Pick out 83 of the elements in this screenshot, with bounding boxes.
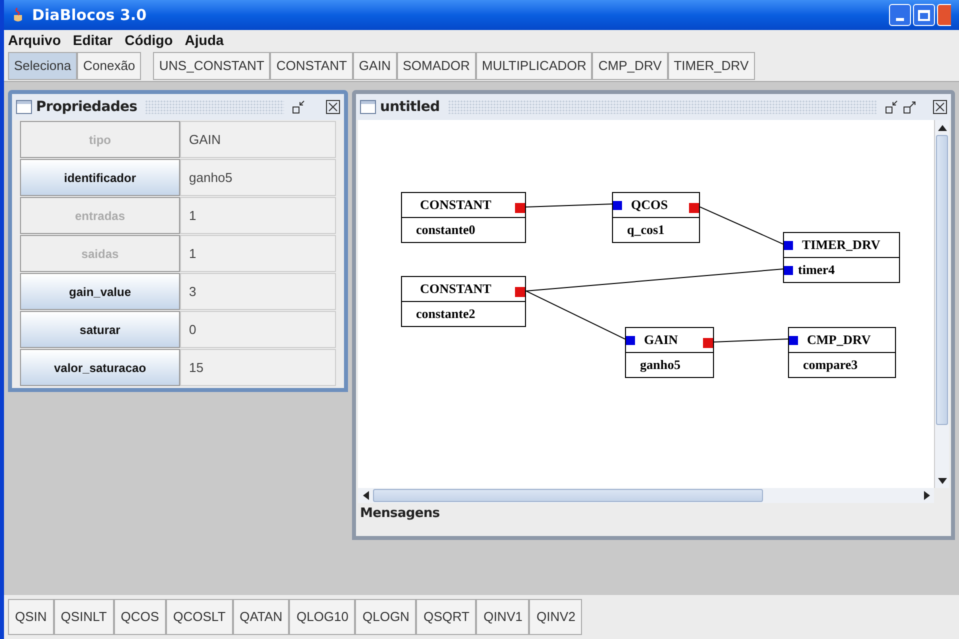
block-tool-button[interactable]: UNS_CONSTANT — [153, 52, 270, 80]
block-tool-button[interactable]: QINV1 — [476, 599, 530, 635]
block-name: timer4 — [798, 261, 835, 280]
dotted-grip[interactable] — [448, 100, 877, 114]
block-tool-button[interactable]: QCOS — [114, 599, 166, 635]
close-button[interactable] — [937, 4, 951, 26]
block-tool-button[interactable]: CMP_DRV — [592, 52, 668, 80]
block-tool-button[interactable]: MULTIPLICADOR — [476, 52, 592, 80]
iconify-icon[interactable] — [885, 100, 899, 114]
input-port[interactable] — [784, 241, 793, 250]
block-tool-button[interactable]: QSINLT — [54, 599, 114, 635]
vertical-scrollbar[interactable] — [934, 120, 949, 488]
block-name: constante0 — [416, 221, 476, 240]
frame-title: Propriedades — [36, 98, 138, 116]
property-name-button[interactable]: identificador — [20, 159, 180, 196]
property-name-button[interactable]: valor_saturacao — [20, 349, 180, 386]
block-name: constante2 — [416, 305, 476, 324]
block-type: CMP_DRV — [807, 331, 871, 350]
menu-item[interactable]: Arquivo — [8, 30, 61, 50]
input-port[interactable] — [789, 336, 798, 345]
input-port[interactable] — [613, 201, 622, 210]
mode-toggle-button[interactable]: Conexão — [77, 52, 142, 80]
connection-wire[interactable] — [700, 206, 783, 245]
block-name: q_cos1 — [627, 221, 665, 240]
block-tool-button[interactable]: GAIN — [352, 52, 397, 80]
block-name: compare3 — [803, 356, 858, 374]
property-value-field[interactable]: 3 — [180, 273, 336, 310]
block-type: CONSTANT — [420, 196, 492, 214]
dotted-grip[interactable] — [145, 100, 284, 114]
coffee-cup-icon — [12, 7, 24, 23]
block-tool-button[interactable]: TIMER_DRV — [668, 52, 755, 80]
block-name: ganho5 — [640, 356, 680, 374]
block-type: QCOS — [631, 196, 668, 214]
scroll-down-icon[interactable] — [938, 478, 946, 484]
maximize-icon[interactable] — [903, 100, 917, 114]
diagram-canvas[interactable]: CONSTANT constante0 QCOS q_cos1 TIMER_DRV timer4 CONSTANT constante2 GAIN ganho5 CMP_DRV compare3 — [358, 120, 934, 488]
input-port[interactable] — [626, 336, 635, 345]
menu-item[interactable]: Ajuda — [184, 30, 224, 50]
maximize-button[interactable] — [913, 4, 935, 26]
block-tool-button[interactable]: QINV2 — [529, 599, 582, 635]
frame-icon — [16, 100, 32, 114]
property-value-field[interactable]: 0 — [180, 311, 336, 348]
scroll-left-icon[interactable] — [362, 491, 368, 500]
block-tool-button[interactable]: QSQRT — [416, 599, 476, 635]
frame-title: untitled — [380, 98, 440, 116]
connection-wire[interactable] — [526, 290, 625, 340]
close-icon[interactable] — [326, 100, 340, 114]
connection-wire[interactable] — [526, 203, 612, 208]
block-type: CONSTANT — [420, 280, 492, 298]
block-tool-button[interactable]: QSIN — [8, 599, 54, 635]
iconify-icon[interactable] — [292, 100, 306, 114]
diagram-block[interactable]: CMP_DRV compare3 — [788, 327, 896, 378]
window-title: DiaBlocos 3.0 — [32, 4, 147, 26]
connection-wire[interactable] — [526, 268, 783, 292]
property-value-field[interactable]: ganho5 — [180, 159, 336, 196]
block-type: GAIN — [644, 331, 678, 350]
property-name-button[interactable]: saturar — [20, 311, 180, 348]
block-type: TIMER_DRV — [802, 236, 880, 254]
connection-wire[interactable] — [714, 338, 788, 343]
minimize-button[interactable] — [889, 4, 911, 26]
mode-toggle-button[interactable]: Seleciona — [8, 52, 78, 80]
block-tool-button[interactable]: SOMADOR — [396, 52, 476, 80]
scroll-up-icon[interactable] — [938, 124, 946, 130]
diagram-block[interactable]: QCOS q_cos1 — [612, 192, 700, 243]
block-tool-button[interactable]: QCOSLT — [166, 599, 233, 635]
property-value-field[interactable]: 15 — [180, 349, 336, 386]
scroll-right-icon[interactable] — [924, 491, 930, 500]
diagram-block[interactable]: CONSTANT constante2 — [401, 276, 526, 327]
block-tool-button[interactable]: CONSTANT — [270, 52, 353, 80]
close-icon[interactable] — [933, 100, 947, 114]
diagram-block[interactable]: GAIN ganho5 — [625, 327, 714, 378]
block-tool-button[interactable]: QATAN — [232, 599, 290, 635]
messages-label: Mensagens — [360, 505, 440, 524]
diagram-block[interactable]: TIMER_DRV timer4 — [783, 232, 900, 283]
horizontal-scrollbar[interactable] — [358, 488, 934, 503]
menu-item[interactable]: Código — [124, 30, 173, 50]
menu-item[interactable]: Editar — [72, 30, 113, 50]
frame-icon — [360, 100, 376, 114]
input-port[interactable] — [784, 266, 793, 275]
diagram-block[interactable]: CONSTANT constante0 — [401, 192, 526, 243]
block-tool-button[interactable]: QLOG10 — [289, 599, 356, 635]
property-name-button[interactable]: gain_value — [20, 273, 180, 310]
block-tool-button[interactable]: QLOGN — [355, 599, 416, 635]
